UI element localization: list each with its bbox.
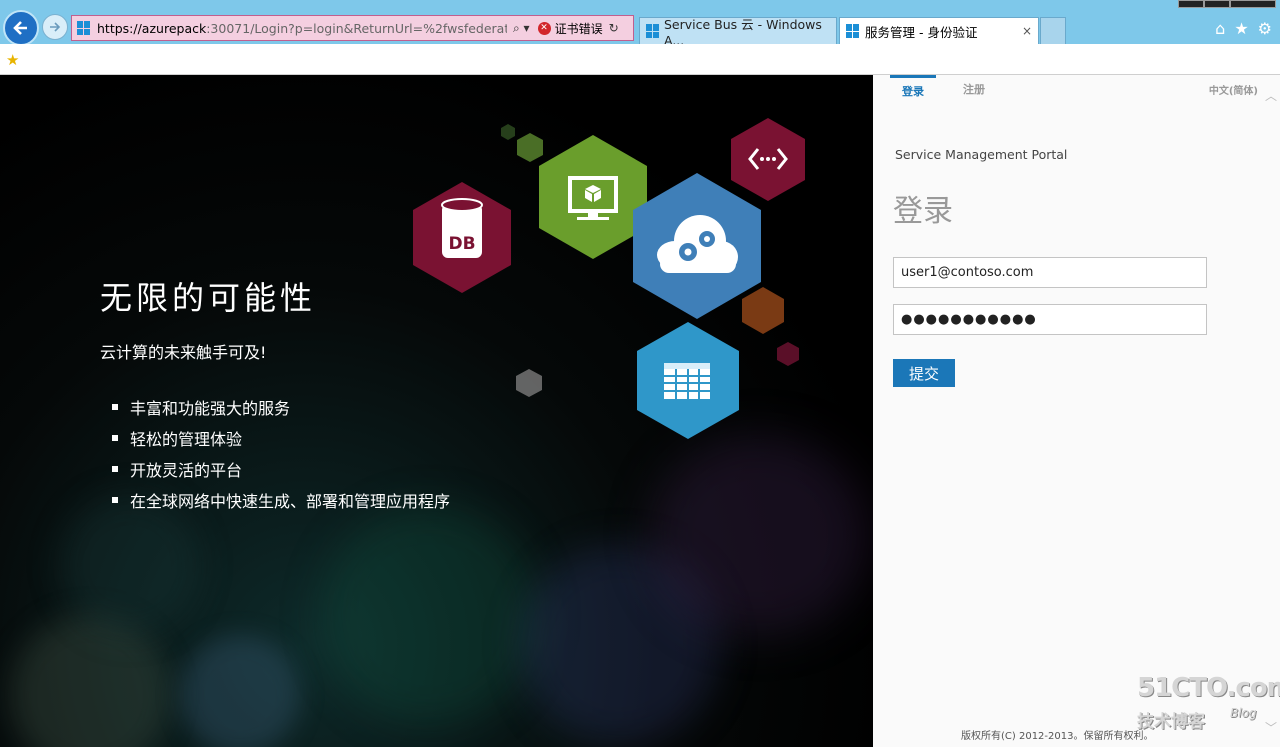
list-item: 开放灵活的平台 — [112, 453, 450, 484]
forward-button[interactable] — [42, 14, 68, 40]
language-selector[interactable]: 中文(简体) — [1209, 82, 1258, 97]
copyright: 版权所有(C) 2012-2013。保留所有权利。 — [961, 731, 1154, 742]
search-icon[interactable]: ⌕ ▾ — [513, 21, 530, 36]
watermark-logo: 51CTO.com 技术博客 Blog — [1137, 673, 1280, 733]
username-input[interactable] — [893, 257, 1207, 288]
signin-panel: 登录 注册 中文(简体) ︿ Service Management Portal… — [873, 75, 1280, 747]
tab-service-management[interactable]: 服务管理 - 身份验证 × — [839, 17, 1039, 44]
favorites-star-icon[interactable]: ★ — [1234, 19, 1248, 38]
add-favorite-icon[interactable]: ★ — [6, 51, 19, 69]
arrow-right-icon — [50, 22, 61, 32]
table-storage-icon — [637, 322, 739, 439]
favorites-bar: ★ — [0, 44, 1280, 75]
back-button[interactable] — [3, 10, 39, 46]
gear-icon[interactable]: ⚙ — [1258, 19, 1272, 38]
page-title: 登录 — [893, 194, 953, 229]
tab-register[interactable]: 注册 — [951, 75, 997, 103]
cloud-services-icon — [633, 173, 761, 319]
windows-logo-icon — [646, 24, 659, 38]
list-item: 在全球网络中快速生成、部署和管理应用程序 — [112, 484, 450, 515]
home-icon[interactable]: ⌂ — [1215, 19, 1225, 38]
password-input[interactable] — [893, 304, 1207, 335]
hero-subtitle: 云计算的未来触手可及! — [100, 343, 267, 362]
address-bar[interactable]: https://azurepack:30071/Login?p=login&Re… — [71, 15, 634, 41]
browser-toolbar-icons: ⌂ ★ ⚙ — [1215, 19, 1272, 38]
cert-error-indicator[interactable]: ✕ 证书错误 — [537, 20, 603, 37]
refresh-icon[interactable]: ↻ — [609, 21, 619, 35]
watermark-subtitle: 技术博客 — [1137, 712, 1205, 732]
panel-tabs: 登录 注册 — [890, 75, 997, 103]
close-tab-icon[interactable]: × — [1022, 24, 1032, 38]
list-item: 轻松的管理体验 — [112, 422, 450, 453]
hero-title: 无限的可能性 — [100, 279, 317, 317]
feature-list: 丰富和功能强大的服务 轻松的管理体验 开放灵活的平台 在全球网络中快速生成、部署… — [112, 391, 450, 515]
list-item: 丰富和功能强大的服务 — [112, 391, 450, 422]
windows-logo-icon — [846, 24, 860, 38]
tab-service-bus[interactable]: Service Bus 云 - Windows A... — [639, 17, 837, 48]
submit-button[interactable]: 提交 — [893, 359, 955, 387]
watermark-site: 51CTO.com — [1137, 673, 1280, 703]
window-controls — [1178, 0, 1276, 8]
browser-chrome: https://azurepack:30071/Login?p=login&Re… — [0, 0, 1280, 48]
api-endpoint-icon — [731, 118, 805, 201]
hero-banner: DB 无限的可能性 云计算的未来触手可及! 丰富和功能强大的服务 轻松的管理体验… — [0, 75, 873, 747]
maximize-button[interactable] — [1204, 0, 1230, 8]
windows-logo-icon — [77, 21, 91, 35]
virtual-machine-icon — [539, 135, 647, 259]
close-window-button[interactable] — [1230, 0, 1276, 8]
tab-signin[interactable]: 登录 — [890, 75, 936, 103]
portal-name: Service Management Portal — [895, 147, 1068, 162]
database-icon: DB — [413, 182, 511, 293]
new-tab-button[interactable] — [1040, 17, 1066, 44]
watermark-blog: Blog — [1230, 706, 1257, 720]
minimize-button[interactable] — [1178, 0, 1204, 8]
address-url[interactable]: https://azurepack:30071/Login?p=login&Re… — [97, 21, 507, 36]
db-label: DB — [448, 234, 475, 254]
scroll-up-icon[interactable]: ︿ — [1265, 87, 1277, 104]
error-icon: ✕ — [537, 21, 551, 35]
arrow-left-icon — [13, 21, 27, 35]
